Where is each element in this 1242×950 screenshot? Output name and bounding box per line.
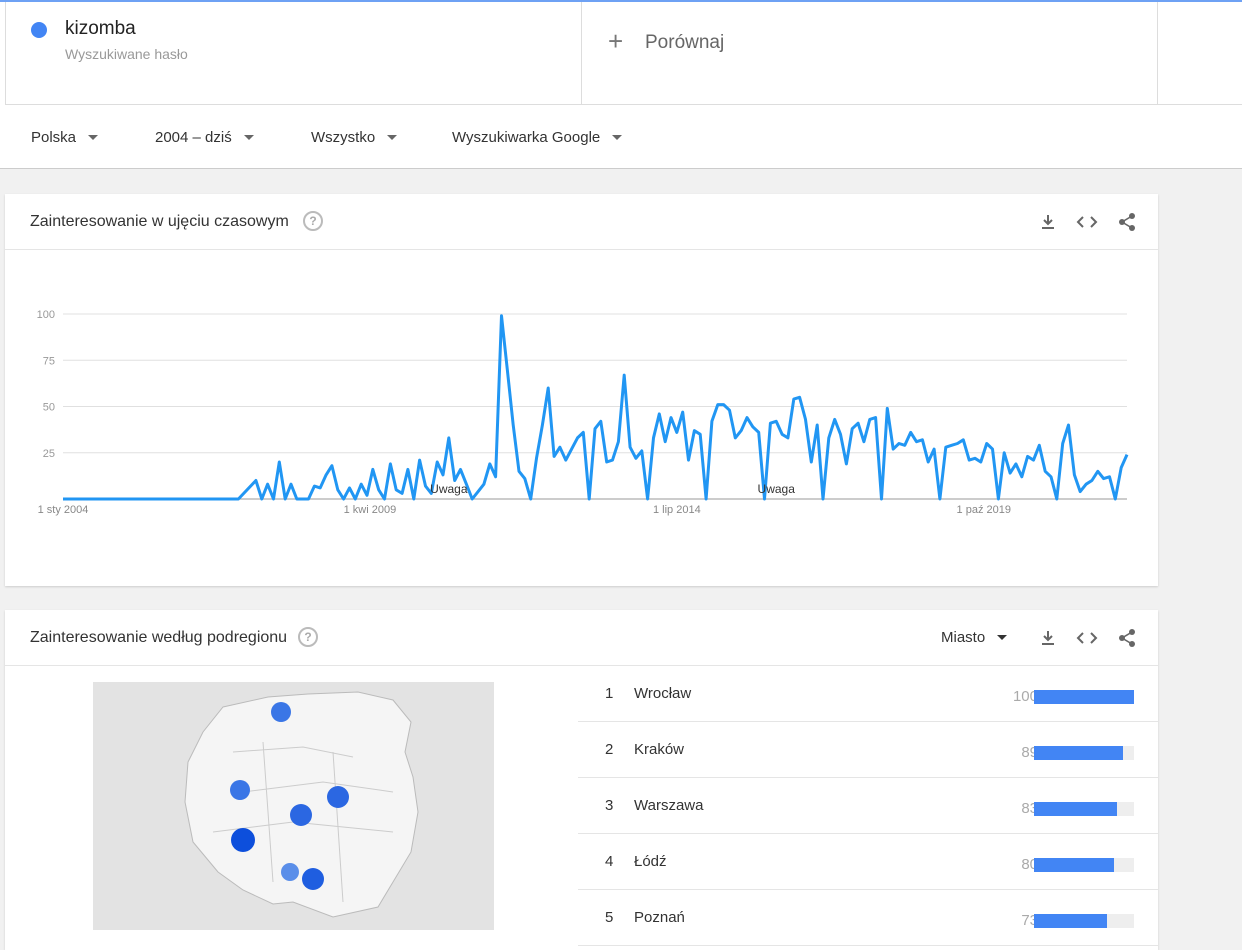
resolution-dropdown[interactable]: Miasto — [941, 629, 1008, 646]
chevron-down-icon — [88, 135, 99, 140]
city-marker-katowice — [281, 863, 299, 881]
city-marker-poznan — [230, 780, 250, 800]
plus-icon: + — [608, 26, 624, 56]
source-filter-label: Wyszukiwarka Google — [452, 129, 601, 146]
x-tick-label: 1 paź 2019 — [957, 504, 1011, 516]
chevron-down-icon — [612, 135, 623, 140]
region-rank: 2 — [605, 741, 614, 758]
help-icon[interactable]: ? — [298, 627, 318, 647]
chevron-down-icon — [997, 635, 1008, 640]
region-row[interactable]: 3 Warszawa 83 — [578, 778, 1158, 834]
category-filter[interactable]: Wszystko — [311, 129, 398, 146]
search-term-subtitle: Wyszukiwane hasło — [65, 46, 188, 62]
period-filter[interactable]: 2004 – dziś — [155, 129, 254, 146]
region-bar — [1034, 746, 1123, 760]
region-row[interactable]: 1 Wrocław 100 — [578, 666, 1158, 722]
region-map[interactable] — [93, 682, 494, 930]
region-rank: 5 — [605, 909, 614, 926]
interest-over-time-card: Zainteresowanie w ujęciu czasowym ? 25 50… — [5, 194, 1158, 586]
region-bar-track — [1034, 858, 1134, 872]
embed-icon[interactable] — [1076, 627, 1098, 649]
city-marker-lodz — [290, 804, 312, 826]
note-annotation: Uwaga — [430, 482, 468, 496]
region-name[interactable]: Warszawa — [634, 797, 703, 814]
download-icon[interactable] — [1037, 627, 1059, 649]
series-line-kizomba — [63, 314, 1129, 501]
region-name[interactable]: Wrocław — [634, 685, 691, 702]
region-name[interactable]: Poznań — [634, 909, 685, 926]
region-row[interactable]: 2 Kraków 89 — [578, 722, 1158, 778]
region-rank: 1 — [605, 685, 614, 702]
period-filter-label: 2004 – dziś — [155, 129, 232, 146]
compare-button[interactable]: + Porównaj — [582, 2, 1158, 104]
region-filter[interactable]: Polska — [31, 129, 99, 146]
city-marker-gdansk — [271, 702, 291, 722]
header-divider — [5, 104, 1242, 105]
x-tick-label: 1 lip 2014 — [653, 504, 701, 516]
city-marker-wroclaw — [231, 828, 255, 852]
region-name[interactable]: Łódź — [634, 853, 667, 870]
region-bar-track — [1034, 746, 1134, 760]
chevron-down-icon — [387, 135, 398, 140]
region-bar-track — [1034, 914, 1134, 928]
y-tick-label: 75 — [43, 355, 55, 367]
compare-label: Porównaj — [645, 32, 725, 53]
region-bar-track — [1034, 802, 1134, 816]
region-rank: 3 — [605, 797, 614, 814]
region-row[interactable]: 5 Poznań 73 — [578, 890, 1158, 946]
region-filter-label: Polska — [31, 129, 77, 146]
region-bar — [1034, 914, 1107, 928]
y-tick-label: 50 — [43, 402, 55, 414]
region-row[interactable]: 4 Łódź 80 — [578, 834, 1158, 890]
term-color-dot — [31, 22, 47, 38]
y-tick-label: 100 — [37, 309, 55, 321]
y-tick-label: 25 — [43, 448, 55, 460]
region-bar — [1034, 690, 1134, 704]
chevron-down-icon — [243, 135, 254, 140]
note-annotation: Uwaga — [758, 482, 796, 496]
search-term-card[interactable]: kizomba Wyszukiwane hasło — [5, 2, 582, 104]
region-bar — [1034, 802, 1117, 816]
category-filter-label: Wszystko — [311, 129, 376, 146]
explore-header: kizomba Wyszukiwane hasło + Porównaj Pol… — [0, 2, 1242, 169]
region-rank: 4 — [605, 853, 614, 870]
interest-by-region-card: Zainteresowanie według podregionu ? Mias… — [5, 610, 1158, 950]
city-marker-krakow — [302, 868, 324, 890]
source-filter[interactable]: Wyszukiwarka Google — [452, 129, 623, 146]
region-bar-track — [1034, 690, 1134, 704]
resolution-label: Miasto — [941, 629, 986, 646]
region-name[interactable]: Kraków — [634, 741, 684, 758]
region-bar — [1034, 858, 1114, 872]
search-term[interactable]: kizomba — [65, 18, 136, 40]
interest-over-time-chart: 25 50 75 100 1 sty 2004 1 kwi 2009 1 lip 2014 1… — [37, 309, 1129, 516]
city-marker-warszawa — [327, 786, 349, 808]
x-tick-label: 1 kwi 2009 — [344, 504, 397, 516]
share-icon[interactable] — [1116, 627, 1138, 649]
interest-by-region-title: Zainteresowanie według podregionu — [30, 629, 288, 646]
x-tick-label: 1 sty 2004 — [38, 504, 89, 516]
